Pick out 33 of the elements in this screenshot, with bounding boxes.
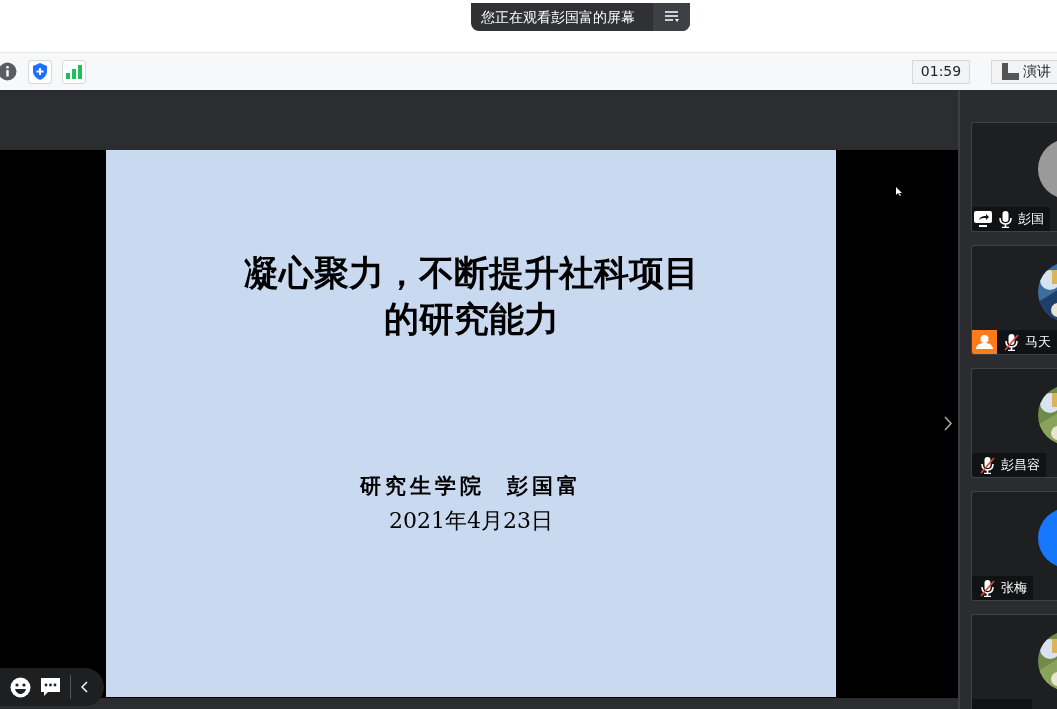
microphone-icon[interactable]	[999, 210, 1012, 228]
meeting-timer: 01:59	[912, 59, 970, 84]
banner-text: 您正在观看彭国富的屏幕	[480, 7, 635, 27]
slide-title: 的研究能力	[383, 298, 559, 341]
video-tile[interactable]: 彭昌容	[971, 368, 1057, 478]
chevron-left-icon[interactable]	[81, 681, 88, 693]
muted-microphone-icon[interactable]	[1004, 333, 1019, 351]
person-icon	[976, 335, 993, 349]
slide-title: 凝心聚力，不断提升社科项目	[243, 252, 699, 295]
menu-icon[interactable]	[664, 11, 679, 23]
layout-icon	[1002, 63, 1019, 80]
shield-icon	[32, 63, 48, 80]
participant-name: 马天	[1025, 333, 1051, 352]
muted-microphone-icon[interactable]	[980, 456, 995, 474]
video-tile[interactable]: 张梅	[971, 491, 1057, 601]
slide-date: 2021年4月23日	[389, 506, 553, 535]
muted-microphone-icon[interactable]	[980, 579, 995, 597]
avatar-icon	[1038, 139, 1057, 199]
participant-name: 张梅	[1001, 579, 1027, 598]
participant-name: 彭国	[1018, 210, 1044, 229]
security-button[interactable]	[28, 59, 52, 84]
info-icon[interactable]	[0, 62, 17, 81]
signal-icon	[66, 64, 82, 79]
participant-name: 彭昌容	[1001, 456, 1040, 475]
video-tile[interactable]: 马天	[971, 245, 1057, 355]
emoji-icon[interactable]	[10, 676, 31, 698]
chevron-right-icon[interactable]	[944, 416, 953, 431]
speaker-view-button[interactable]: 演讲	[991, 59, 1057, 84]
chat-icon[interactable]	[41, 678, 60, 696]
video-tile[interactable]	[971, 614, 1057, 709]
cursor-icon	[896, 187, 902, 196]
video-tile[interactable]: 彭国	[971, 122, 1057, 232]
slide-author: 研究生学院 彭国富	[359, 472, 583, 500]
